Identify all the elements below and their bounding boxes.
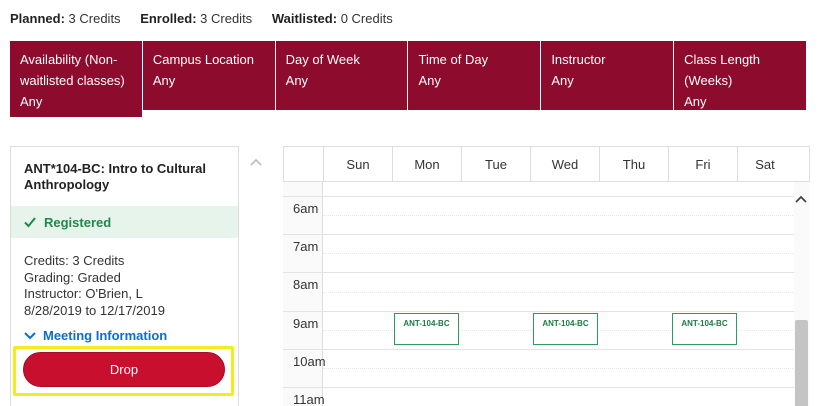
filter-value: Any bbox=[418, 73, 441, 88]
course-details: Credits: 3 Credits Grading: Graded Instr… bbox=[24, 253, 165, 319]
credit-summary: Planned: 3 Credits Enrolled: 3 Credits W… bbox=[10, 11, 409, 26]
filter-label: Availability (Non-waitlisted classes) bbox=[20, 52, 125, 88]
hour-label: 11am bbox=[293, 392, 325, 406]
filter-campus-location[interactable]: Campus Location Any bbox=[141, 41, 275, 110]
filter-label: Day of Week bbox=[285, 52, 360, 67]
hour-label: 6am bbox=[293, 201, 319, 216]
filter-value: Any bbox=[285, 73, 309, 88]
half-hour-line bbox=[323, 368, 795, 369]
day-header-wed: Wed bbox=[531, 147, 600, 181]
calendar-corner bbox=[284, 147, 324, 181]
calendar-event-fri[interactable]: ANT-104-BC bbox=[672, 313, 737, 345]
day-header-tue: Tue bbox=[462, 147, 531, 181]
hour-label: 7am bbox=[293, 239, 319, 254]
filter-day-of-week[interactable]: Day of Week Any bbox=[274, 41, 408, 110]
half-hour-line bbox=[323, 215, 795, 216]
checkmark-icon bbox=[24, 217, 36, 228]
day-header-mon: Mon bbox=[393, 147, 462, 181]
filter-time-of-day[interactable]: Time of Day Any bbox=[407, 41, 540, 110]
schedule-calendar: Sun Mon Tue Wed Thu Fri Sat 6am 7am 8am … bbox=[283, 146, 810, 406]
half-hour-line bbox=[323, 292, 795, 293]
filter-value: Any bbox=[551, 73, 574, 88]
half-hour-line bbox=[323, 253, 795, 254]
filter-class-length[interactable]: Class Length (Weeks) Any bbox=[673, 41, 806, 110]
filter-value: Any bbox=[20, 94, 43, 109]
filter-label: Time of Day bbox=[418, 52, 489, 67]
filter-instructor[interactable]: Instructor Any bbox=[540, 41, 673, 110]
calendar-event-wed[interactable]: ANT-104-BC bbox=[533, 313, 598, 345]
day-header-thu: Thu bbox=[600, 147, 669, 181]
course-credits: Credits: 3 Credits bbox=[24, 253, 125, 268]
meeting-information-label: Meeting Information bbox=[43, 328, 168, 343]
day-header-sun: Sun bbox=[324, 147, 393, 181]
calendar-header: Sun Mon Tue Wed Thu Fri Sat bbox=[283, 146, 810, 182]
scrollbar-thumb[interactable] bbox=[795, 320, 808, 406]
registration-status: Registered bbox=[11, 206, 238, 238]
day-header-fri: Fri bbox=[669, 147, 738, 181]
filter-value: Any bbox=[684, 94, 707, 109]
filter-label: Campus Location bbox=[152, 52, 254, 67]
day-header-sat: Sat bbox=[755, 156, 775, 172]
filter-label: Class Length (Weeks) bbox=[684, 52, 761, 88]
planned-credits: Planned: 3 Credits bbox=[10, 11, 121, 26]
drop-button[interactable]: Drop bbox=[23, 352, 225, 387]
course-title: ANT*104-BC: Intro to Cultural Anthropolo… bbox=[24, 161, 206, 192]
course-grading: Grading: Graded bbox=[24, 269, 121, 285]
filter-value: Any bbox=[152, 73, 176, 88]
filter-bar: Availability (Non-waitlisted classes) An… bbox=[10, 41, 806, 117]
chevron-up-icon[interactable] bbox=[249, 157, 263, 167]
chevron-down-icon bbox=[24, 331, 36, 339]
filter-label: Instructor bbox=[551, 52, 606, 67]
calendar-body: 6am 7am 8am 9am 10am 11am ANT-104-BC ANT… bbox=[283, 182, 795, 406]
course-dates: 8/28/2019 to 12/17/2019 bbox=[24, 302, 165, 318]
hour-label: 8am bbox=[293, 277, 319, 292]
calendar-scrollbar[interactable] bbox=[794, 182, 809, 406]
chevron-up-icon[interactable] bbox=[794, 194, 808, 204]
enrolled-credits: Enrolled: 3 Credits bbox=[140, 11, 253, 26]
status-label: Registered bbox=[44, 214, 112, 230]
hour-label: 9am bbox=[293, 316, 319, 331]
hour-row: 11am bbox=[283, 387, 795, 406]
meeting-information-toggle[interactable]: Meeting Information bbox=[24, 328, 167, 343]
waitlisted-credits: Waitlisted: 0 Credits bbox=[271, 11, 393, 26]
calendar-event-mon[interactable]: ANT-104-BC bbox=[394, 313, 459, 345]
hour-label: 10am bbox=[293, 354, 326, 369]
filter-availability[interactable]: Availability (Non-waitlisted classes) An… bbox=[10, 41, 142, 117]
course-instructor: Instructor: O'Brien, L bbox=[24, 286, 143, 301]
